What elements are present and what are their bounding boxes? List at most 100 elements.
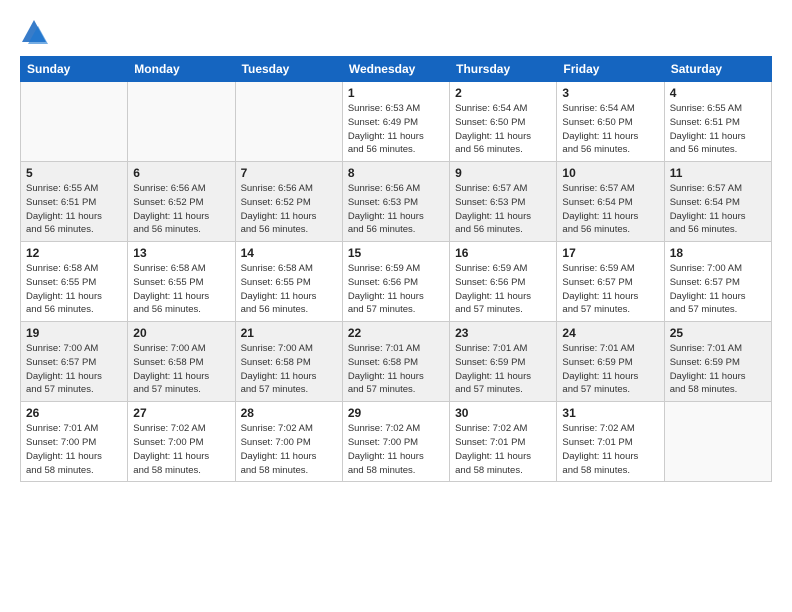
day-info: Sunrise: 7:02 AMSunset: 7:00 PMDaylight:…	[133, 422, 229, 477]
day-info: Sunrise: 6:58 AMSunset: 6:55 PMDaylight:…	[26, 262, 122, 317]
calendar-cell: 6 Sunrise: 6:56 AMSunset: 6:52 PMDaylight…	[128, 162, 235, 242]
calendar-cell	[664, 402, 771, 482]
day-number: 17	[562, 246, 658, 260]
day-number: 29	[348, 406, 444, 420]
calendar-cell: 30Sunrise: 7:02 AMSunset: 7:01 PMDayligh…	[450, 402, 557, 482]
calendar-cell: 1 Sunrise: 6:53 AMSunset: 6:49 PMDaylight…	[342, 82, 449, 162]
calendar-cell: 26 Sunrise: 7:01 AMSunset: 7:00 PMDayligh…	[21, 402, 128, 482]
day-info: Sunrise: 7:01 AMSunset: 6:58 PMDaylight:…	[348, 342, 444, 397]
weekday-header-monday: Monday	[128, 57, 235, 82]
day-info: Sunrise: 7:01 AMSunset: 6:59 PMDaylight:…	[670, 342, 766, 397]
calendar-cell: 11 Sunrise: 6:57 AMSunset: 6:54 PMDayligh…	[664, 162, 771, 242]
calendar-cell: 25Sunrise: 7:01 AMSunset: 6:59 PMDayligh…	[664, 322, 771, 402]
calendar-cell: 10 Sunrise: 6:57 AMSunset: 6:54 PMDayligh…	[557, 162, 664, 242]
day-number: 12	[26, 246, 122, 260]
day-number: 21	[241, 326, 337, 340]
day-info: Sunrise: 7:02 AMSunset: 7:00 PMDaylight:…	[241, 422, 337, 477]
day-info: Sunrise: 6:57 AMSunset: 6:54 PMDaylight:…	[562, 182, 658, 237]
day-info: Sunrise: 6:54 AMSunset: 6:50 PMDaylight:…	[455, 102, 551, 157]
calendar-cell: 18Sunrise: 7:00 AMSunset: 6:57 PMDayligh…	[664, 242, 771, 322]
day-number: 10	[562, 166, 658, 180]
day-number: 15	[348, 246, 444, 260]
day-number: 13	[133, 246, 229, 260]
day-number: 6	[133, 166, 229, 180]
calendar-week-5: 26 Sunrise: 7:01 AMSunset: 7:00 PMDayligh…	[21, 402, 772, 482]
calendar-cell: 31Sunrise: 7:02 AMSunset: 7:01 PMDayligh…	[557, 402, 664, 482]
weekday-header-thursday: Thursday	[450, 57, 557, 82]
day-info: Sunrise: 7:02 AMSunset: 7:00 PMDaylight:…	[348, 422, 444, 477]
calendar-cell: 24 Sunrise: 7:01 AMSunset: 6:59 PMDayligh…	[557, 322, 664, 402]
day-info: Sunrise: 7:00 AMSunset: 6:57 PMDaylight:…	[26, 342, 122, 397]
day-info: Sunrise: 6:57 AMSunset: 6:54 PMDaylight:…	[670, 182, 766, 237]
calendar-cell	[235, 82, 342, 162]
day-info: Sunrise: 6:59 AMSunset: 6:56 PMDaylight:…	[455, 262, 551, 317]
calendar-cell: 20Sunrise: 7:00 AMSunset: 6:58 PMDayligh…	[128, 322, 235, 402]
day-info: Sunrise: 6:56 AMSunset: 6:52 PMDaylight:…	[241, 182, 337, 237]
calendar-week-4: 19 Sunrise: 7:00 AMSunset: 6:57 PMDayligh…	[21, 322, 772, 402]
day-info: Sunrise: 6:57 AMSunset: 6:53 PMDaylight:…	[455, 182, 551, 237]
calendar-week-3: 12 Sunrise: 6:58 AMSunset: 6:55 PMDayligh…	[21, 242, 772, 322]
calendar-cell	[128, 82, 235, 162]
weekday-header-tuesday: Tuesday	[235, 57, 342, 82]
day-number: 16	[455, 246, 551, 260]
day-number: 7	[241, 166, 337, 180]
day-info: Sunrise: 6:56 AMSunset: 6:53 PMDaylight:…	[348, 182, 444, 237]
weekday-header-friday: Friday	[557, 57, 664, 82]
day-number: 9	[455, 166, 551, 180]
day-info: Sunrise: 7:02 AMSunset: 7:01 PMDaylight:…	[562, 422, 658, 477]
day-info: Sunrise: 6:53 AMSunset: 6:49 PMDaylight:…	[348, 102, 444, 157]
calendar-cell: 4 Sunrise: 6:55 AMSunset: 6:51 PMDaylight…	[664, 82, 771, 162]
day-info: Sunrise: 6:55 AMSunset: 6:51 PMDaylight:…	[26, 182, 122, 237]
calendar-cell: 8 Sunrise: 6:56 AMSunset: 6:53 PMDaylight…	[342, 162, 449, 242]
page: SundayMondayTuesdayWednesdayThursdayFrid…	[0, 0, 792, 612]
weekday-header-saturday: Saturday	[664, 57, 771, 82]
logo	[20, 18, 52, 46]
day-number: 8	[348, 166, 444, 180]
calendar-cell: 16 Sunrise: 6:59 AMSunset: 6:56 PMDayligh…	[450, 242, 557, 322]
header-row: SundayMondayTuesdayWednesdayThursdayFrid…	[21, 57, 772, 82]
day-number: 23	[455, 326, 551, 340]
day-info: Sunrise: 7:01 AMSunset: 6:59 PMDaylight:…	[562, 342, 658, 397]
day-info: Sunrise: 7:01 AMSunset: 7:00 PMDaylight:…	[26, 422, 122, 477]
day-number: 1	[348, 86, 444, 100]
day-info: Sunrise: 7:00 AMSunset: 6:58 PMDaylight:…	[133, 342, 229, 397]
day-number: 24	[562, 326, 658, 340]
calendar-cell: 3 Sunrise: 6:54 AMSunset: 6:50 PMDaylight…	[557, 82, 664, 162]
calendar-cell: 15Sunrise: 6:59 AMSunset: 6:56 PMDayligh…	[342, 242, 449, 322]
day-number: 11	[670, 166, 766, 180]
calendar-cell: 9 Sunrise: 6:57 AMSunset: 6:53 PMDaylight…	[450, 162, 557, 242]
day-info: Sunrise: 6:54 AMSunset: 6:50 PMDaylight:…	[562, 102, 658, 157]
day-number: 2	[455, 86, 551, 100]
calendar-cell: 21 Sunrise: 7:00 AMSunset: 6:58 PMDayligh…	[235, 322, 342, 402]
calendar-cell: 12 Sunrise: 6:58 AMSunset: 6:55 PMDayligh…	[21, 242, 128, 322]
day-number: 22	[348, 326, 444, 340]
day-info: Sunrise: 7:00 AMSunset: 6:57 PMDaylight:…	[670, 262, 766, 317]
calendar-cell	[21, 82, 128, 162]
calendar-cell: 19 Sunrise: 7:00 AMSunset: 6:57 PMDayligh…	[21, 322, 128, 402]
logo-icon	[20, 18, 48, 46]
calendar-cell: 5 Sunrise: 6:55 AMSunset: 6:51 PMDaylight…	[21, 162, 128, 242]
calendar-cell: 27 Sunrise: 7:02 AMSunset: 7:00 PMDayligh…	[128, 402, 235, 482]
day-number: 3	[562, 86, 658, 100]
calendar-cell: 17 Sunrise: 6:59 AMSunset: 6:57 PMDayligh…	[557, 242, 664, 322]
calendar-cell: 28 Sunrise: 7:02 AMSunset: 7:00 PMDayligh…	[235, 402, 342, 482]
weekday-header-wednesday: Wednesday	[342, 57, 449, 82]
day-info: Sunrise: 6:56 AMSunset: 6:52 PMDaylight:…	[133, 182, 229, 237]
day-info: Sunrise: 6:59 AMSunset: 6:57 PMDaylight:…	[562, 262, 658, 317]
day-number: 5	[26, 166, 122, 180]
calendar-cell: 13Sunrise: 6:58 AMSunset: 6:55 PMDayligh…	[128, 242, 235, 322]
day-info: Sunrise: 7:00 AMSunset: 6:58 PMDaylight:…	[241, 342, 337, 397]
day-number: 28	[241, 406, 337, 420]
header	[20, 18, 772, 46]
calendar-cell: 14Sunrise: 6:58 AMSunset: 6:55 PMDayligh…	[235, 242, 342, 322]
day-number: 19	[26, 326, 122, 340]
day-info: Sunrise: 6:55 AMSunset: 6:51 PMDaylight:…	[670, 102, 766, 157]
calendar-cell: 2 Sunrise: 6:54 AMSunset: 6:50 PMDaylight…	[450, 82, 557, 162]
day-number: 26	[26, 406, 122, 420]
day-number: 4	[670, 86, 766, 100]
calendar-cell: 23 Sunrise: 7:01 AMSunset: 6:59 PMDayligh…	[450, 322, 557, 402]
day-info: Sunrise: 7:01 AMSunset: 6:59 PMDaylight:…	[455, 342, 551, 397]
calendar-week-1: 1 Sunrise: 6:53 AMSunset: 6:49 PMDaylight…	[21, 82, 772, 162]
day-number: 27	[133, 406, 229, 420]
day-number: 30	[455, 406, 551, 420]
